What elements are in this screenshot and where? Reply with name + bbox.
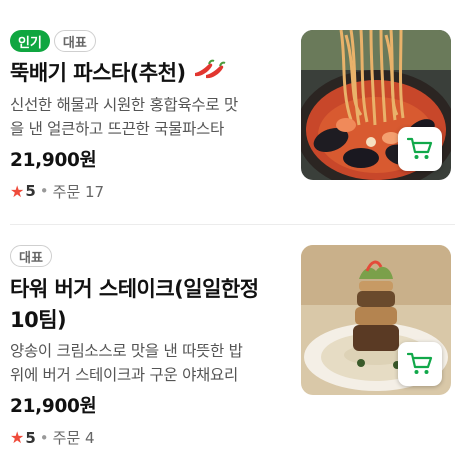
- menu-description: 양송이 크림소스로 맛을 낸 따뜻한 밥 위에 버거 스테이크과 구운 야채요리: [10, 342, 243, 384]
- star-icon: ★: [10, 428, 25, 447]
- menu-name-line2: 10팀): [10, 308, 67, 332]
- badge-row: 대표: [10, 245, 285, 267]
- add-to-cart-button[interactable]: [398, 342, 442, 386]
- menu-price: 21,900원: [10, 396, 97, 417]
- rating-value: 5: [25, 428, 36, 447]
- menu-title: 타워 버거 스테이크(일일한정 10팀): [10, 274, 285, 336]
- menu-item-tower-burger-steak[interactable]: 대표 타워 버거 스테이크(일일한정 10팀) 양송이 크림소스로 맛을 낸 따…: [0, 0, 465, 447]
- menu-item-info: 대표 타워 버거 스테이크(일일한정 10팀) 양송이 크림소스로 맛을 낸 따…: [10, 245, 285, 448]
- menu-name-line1: 타워 버거 스테이크(일일한정: [10, 277, 259, 301]
- order-count: 주문 4: [52, 429, 95, 447]
- cart-icon: [407, 352, 433, 374]
- representative-badge: 대표: [10, 245, 52, 267]
- menu-photo-burger-steak[interactable]: [301, 245, 451, 395]
- separator-dot: •: [39, 428, 49, 447]
- rating-row: ★ 5 • 주문 4: [10, 427, 285, 448]
